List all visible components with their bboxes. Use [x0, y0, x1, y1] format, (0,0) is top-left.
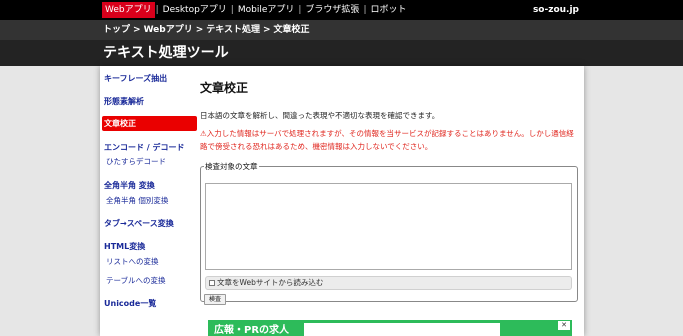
- sidebar-item-zenhan-individual[interactable]: 全角半角 個別変換: [106, 195, 168, 206]
- section-heading: 文章校正: [200, 81, 249, 95]
- fieldset-legend: 検査対象の文章: [205, 162, 258, 171]
- check-button[interactable]: 検査: [204, 294, 226, 305]
- sidebar-item-morphological[interactable]: 形態素解析: [104, 96, 144, 107]
- breadcrumb-current: 文章校正: [273, 25, 310, 35]
- sidebar-item-unicode[interactable]: Unicode一覧: [104, 298, 156, 309]
- content-panel: キーフレーズ抽出 形態素解析 文章校正 エンコード / デコード ひたすらデコー…: [100, 66, 584, 336]
- breadcrumb: トップ > Webアプリ > テキスト処理 > 文章校正: [0, 20, 683, 40]
- nav-desktop-apps[interactable]: Desktopアプリ: [160, 0, 230, 20]
- sidebar-item-decode-repeat[interactable]: ひたすらデコード: [106, 156, 166, 167]
- breadcrumb-separator: >: [263, 25, 271, 35]
- breadcrumb-separator: >: [133, 25, 141, 35]
- input-fieldset: 検査対象の文章 文章をWebサイトから読み込む 検査: [200, 161, 578, 305]
- sidebar-item-encode-decode[interactable]: エンコード / デコード: [104, 142, 185, 153]
- sidebar-item-tab-to-space[interactable]: タブ→スペース変換: [104, 218, 174, 229]
- description: 日本語の文章を解析し、間違った表現や不適切な表現を確認できます。: [200, 111, 440, 120]
- load-from-web-label: 文章をWebサイトから読み込む: [217, 278, 324, 287]
- nav-mobile-apps[interactable]: Mobileアプリ: [235, 0, 298, 20]
- ad-banner[interactable]: 広報・PRの求人 ✕: [208, 320, 572, 336]
- page-title: テキスト処理ツール: [103, 45, 229, 61]
- ad-card: [304, 323, 500, 336]
- sidebar-item-to-table[interactable]: テーブルへの変換: [106, 275, 166, 286]
- sidebar-item-proofreading[interactable]: 文章校正: [102, 116, 197, 131]
- ad-close-icon[interactable]: ✕: [558, 321, 570, 330]
- checkbox-icon[interactable]: [209, 280, 215, 286]
- sidebar-item-zenhan[interactable]: 全角半角 変換: [104, 180, 155, 191]
- nav-web-apps[interactable]: Webアプリ: [102, 2, 155, 18]
- breadcrumb-text-processing[interactable]: テキスト処理: [206, 20, 260, 40]
- breadcrumb-web-apps[interactable]: Webアプリ: [144, 20, 193, 40]
- nav-browser-extensions[interactable]: ブラウザ拡張: [302, 0, 362, 20]
- load-from-web-toggle[interactable]: 文章をWebサイトから読み込む: [205, 276, 572, 290]
- sidebar-item-to-list[interactable]: リストへの変換: [106, 256, 159, 267]
- site-logo[interactable]: so-zou.jp: [533, 0, 579, 20]
- top-nav: Webアプリ | Desktopアプリ | Mobileアプリ | ブラウザ拡張…: [0, 0, 683, 20]
- ad-label: 広報・PRの求人: [214, 325, 290, 336]
- sidebar-item-html[interactable]: HTML変換: [104, 241, 145, 252]
- top-nav-items: Webアプリ | Desktopアプリ | Mobileアプリ | ブラウザ拡張…: [102, 0, 410, 20]
- breadcrumb-separator: >: [195, 25, 204, 35]
- text-input[interactable]: [205, 183, 572, 270]
- warning-message: ⚠入力した情報はサーバで処理されますが、その情報を当サービスが記録することはあり…: [200, 129, 574, 151]
- breadcrumb-top[interactable]: トップ: [103, 20, 130, 40]
- title-bar: テキスト処理ツール: [0, 40, 683, 66]
- nav-robots[interactable]: ロボット: [367, 0, 409, 20]
- sidebar-item-keyphrase[interactable]: キーフレーズ抽出: [104, 73, 167, 84]
